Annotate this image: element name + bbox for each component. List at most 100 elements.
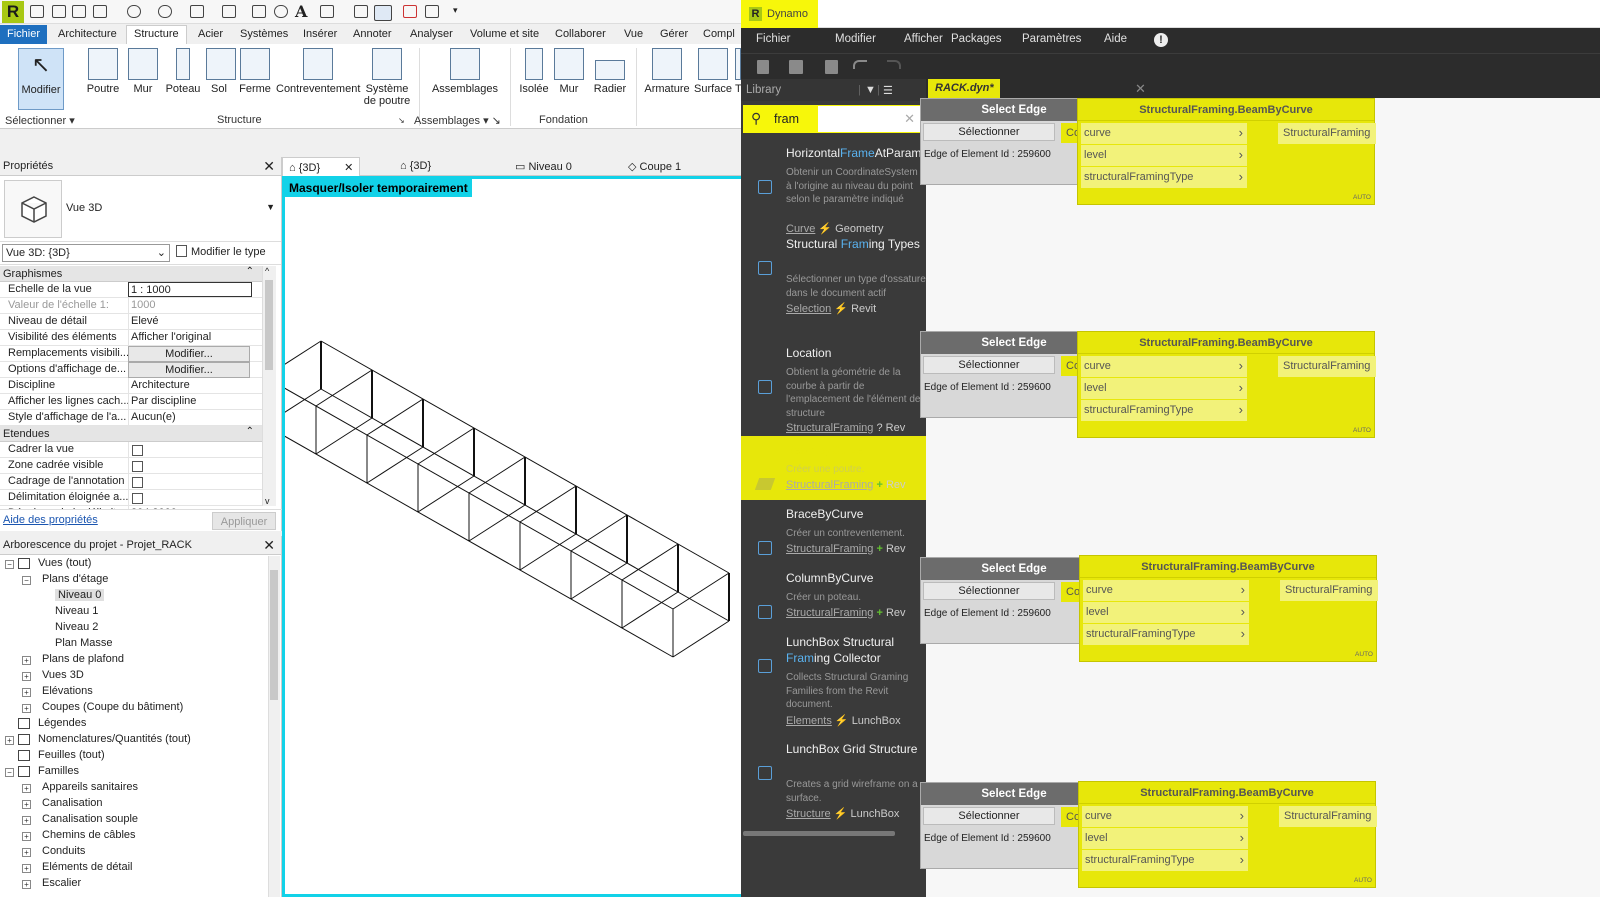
- apply-button[interactable]: Appliquer: [212, 512, 276, 530]
- output-port-label[interactable]: StructuralFraming: [1278, 123, 1376, 144]
- menu-afficher[interactable]: Afficher: [904, 33, 943, 45]
- beam-by-curve-node[interactable]: StructuralFraming.BeamByCurve curve › leve…: [1077, 98, 1376, 205]
- tree-item[interactable]: + Canalisation souple: [0, 812, 266, 828]
- result-category[interactable]: StructuralFraming: [786, 479, 873, 491]
- library-result-item[interactable]: BraceByCurve Créer un contreventement. S…: [741, 500, 926, 564]
- library-result-item[interactable]: Location Obtient la géométrie de la cour…: [741, 339, 926, 436]
- view-tab-section-1[interactable]: ◇ Coupe 1: [628, 160, 681, 173]
- tab-systemes[interactable]: Systèmes: [240, 28, 288, 40]
- area-rebar-button[interactable]: Surface: [694, 48, 732, 95]
- result-category[interactable]: Selection: [786, 303, 831, 315]
- tab-architecture[interactable]: Architecture: [58, 28, 117, 40]
- property-checkbox[interactable]: [132, 461, 143, 472]
- properties-scrollbar[interactable]: ^ v: [262, 266, 276, 506]
- tree-item[interactable]: + Coupes (Coupe du bâtiment): [0, 700, 266, 716]
- input-port[interactable]: level ›: [1082, 828, 1248, 849]
- edit-type-button[interactable]: Modifier le type: [176, 245, 266, 258]
- expand-icon[interactable]: +: [22, 784, 31, 793]
- result-category[interactable]: StructuralFraming: [786, 607, 873, 619]
- result-category[interactable]: StructuralFraming: [786, 422, 873, 434]
- customize-qat-icon[interactable]: ▾: [453, 5, 467, 18]
- 3d-view-icon[interactable]: [320, 5, 334, 18]
- select-button[interactable]: Sélectionner: [923, 582, 1055, 600]
- group-select[interactable]: Sélectionner ▾: [5, 114, 75, 127]
- beam-system-button[interactable]: Système de poutre: [362, 48, 412, 107]
- expand-icon[interactable]: +: [22, 816, 31, 825]
- property-value[interactable]: Aucun(e): [128, 410, 262, 426]
- input-port[interactable]: level ›: [1081, 145, 1247, 166]
- library-result-item[interactable]: ColumnByCurve Créer un poteau. Structura…: [741, 564, 926, 628]
- result-category[interactable]: StructuralFraming: [786, 543, 873, 555]
- edit-button[interactable]: Modifier...: [128, 346, 250, 362]
- isolated-foundation-button[interactable]: Isolée: [518, 48, 550, 95]
- properties-help-link[interactable]: Aide des propriétés: [3, 514, 98, 526]
- wall-button[interactable]: Mur: [128, 48, 158, 95]
- tab-fichier[interactable]: Fichier: [0, 25, 47, 44]
- tree-item[interactable]: + Canalisation: [0, 796, 266, 812]
- column-button[interactable]: Poteau: [164, 48, 202, 95]
- tree-item[interactable]: + Elévations: [0, 684, 266, 700]
- input-port[interactable]: curve ›: [1081, 356, 1247, 377]
- expand-icon[interactable]: +: [22, 848, 31, 857]
- tree-item[interactable]: + Vues 3D: [0, 668, 266, 684]
- tab-gerer[interactable]: Gérer: [660, 28, 688, 40]
- scroll-thumb[interactable]: [270, 570, 278, 700]
- property-value[interactable]: Architecture: [128, 378, 262, 394]
- open-icon[interactable]: [52, 5, 66, 18]
- clear-search-icon[interactable]: ✕: [904, 111, 915, 127]
- scroll-thumb[interactable]: [265, 280, 273, 370]
- property-value[interactable]: Elevé: [128, 314, 262, 330]
- library-result-item[interactable]: LunchBox Grid Structure Creates a grid w…: [741, 735, 926, 831]
- floor-button[interactable]: Sol: [206, 48, 236, 95]
- property-value[interactable]: 1000: [128, 298, 262, 314]
- expand-icon[interactable]: +: [22, 704, 31, 713]
- tree-item[interactable]: Niveau 1: [0, 604, 266, 620]
- thin-lines-icon[interactable]: [374, 5, 392, 21]
- beam-button[interactable]: Poutre: [86, 48, 120, 95]
- output-port-label[interactable]: StructuralFraming: [1280, 580, 1378, 601]
- tree-item[interactable]: + Plans de plafond: [0, 652, 266, 668]
- beam-by-curve-node[interactable]: StructuralFraming.BeamByCurve curve › leve…: [1079, 555, 1378, 662]
- input-port[interactable]: level ›: [1083, 602, 1249, 623]
- library-result-item[interactable]: Structural Framing Types Sélectionner un…: [741, 230, 926, 339]
- section-icon[interactable]: [354, 5, 368, 18]
- input-port[interactable]: structuralFramingType ›: [1082, 850, 1248, 871]
- library-hscrollbar[interactable]: [743, 831, 895, 836]
- chevron-down-icon[interactable]: ▼: [266, 202, 275, 212]
- input-port[interactable]: structuralFramingType ›: [1081, 167, 1247, 188]
- input-port[interactable]: curve ›: [1083, 580, 1249, 601]
- view-tab-3d[interactable]: ⌂ {3D}: [400, 160, 431, 172]
- tree-item[interactable]: − Familles: [0, 764, 266, 780]
- output-port-label[interactable]: StructuralFraming: [1279, 806, 1377, 827]
- info-icon[interactable]: !: [1154, 33, 1168, 47]
- input-port[interactable]: structuralFramingType ›: [1081, 400, 1247, 421]
- list-view-icon[interactable]: ☰: [883, 84, 893, 97]
- search-input[interactable]: fram: [774, 112, 799, 126]
- output-port-label[interactable]: StructuralFraming: [1278, 356, 1376, 377]
- result-category[interactable]: Structure: [786, 808, 831, 820]
- select-button[interactable]: Sélectionner: [923, 356, 1055, 374]
- open-icon[interactable]: [789, 60, 803, 74]
- filter-icon[interactable]: ▼: [865, 84, 876, 96]
- rebar-button[interactable]: Armature: [643, 48, 691, 95]
- select-button[interactable]: Sélectionner: [923, 807, 1055, 825]
- select-button[interactable]: Sélectionner: [923, 123, 1055, 141]
- home-icon[interactable]: [30, 5, 44, 18]
- tree-item[interactable]: + Conduits: [0, 844, 266, 860]
- input-port[interactable]: level ›: [1081, 378, 1247, 399]
- expand-icon[interactable]: +: [22, 656, 31, 665]
- slab-foundation-button[interactable]: Radier: [593, 48, 627, 95]
- expand-icon[interactable]: +: [22, 672, 31, 681]
- dialog-launcher-icon[interactable]: ↘: [398, 116, 405, 125]
- tab-volume-et-site[interactable]: Volume et site: [470, 28, 539, 40]
- save-icon[interactable]: [825, 60, 838, 74]
- close-icon[interactable]: ✕: [344, 162, 353, 174]
- expand-icon[interactable]: +: [22, 864, 31, 873]
- revit-logo-icon[interactable]: R: [2, 1, 24, 23]
- collapse-icon[interactable]: −: [5, 768, 14, 777]
- expand-icon[interactable]: +: [22, 832, 31, 841]
- tree-item[interactable]: + Eléments de détail: [0, 860, 266, 876]
- collapse-icon[interactable]: ⌃: [246, 426, 254, 437]
- view-scale-input[interactable]: 1 : 1000: [128, 282, 252, 297]
- wall-foundation-button[interactable]: Mur: [554, 48, 584, 95]
